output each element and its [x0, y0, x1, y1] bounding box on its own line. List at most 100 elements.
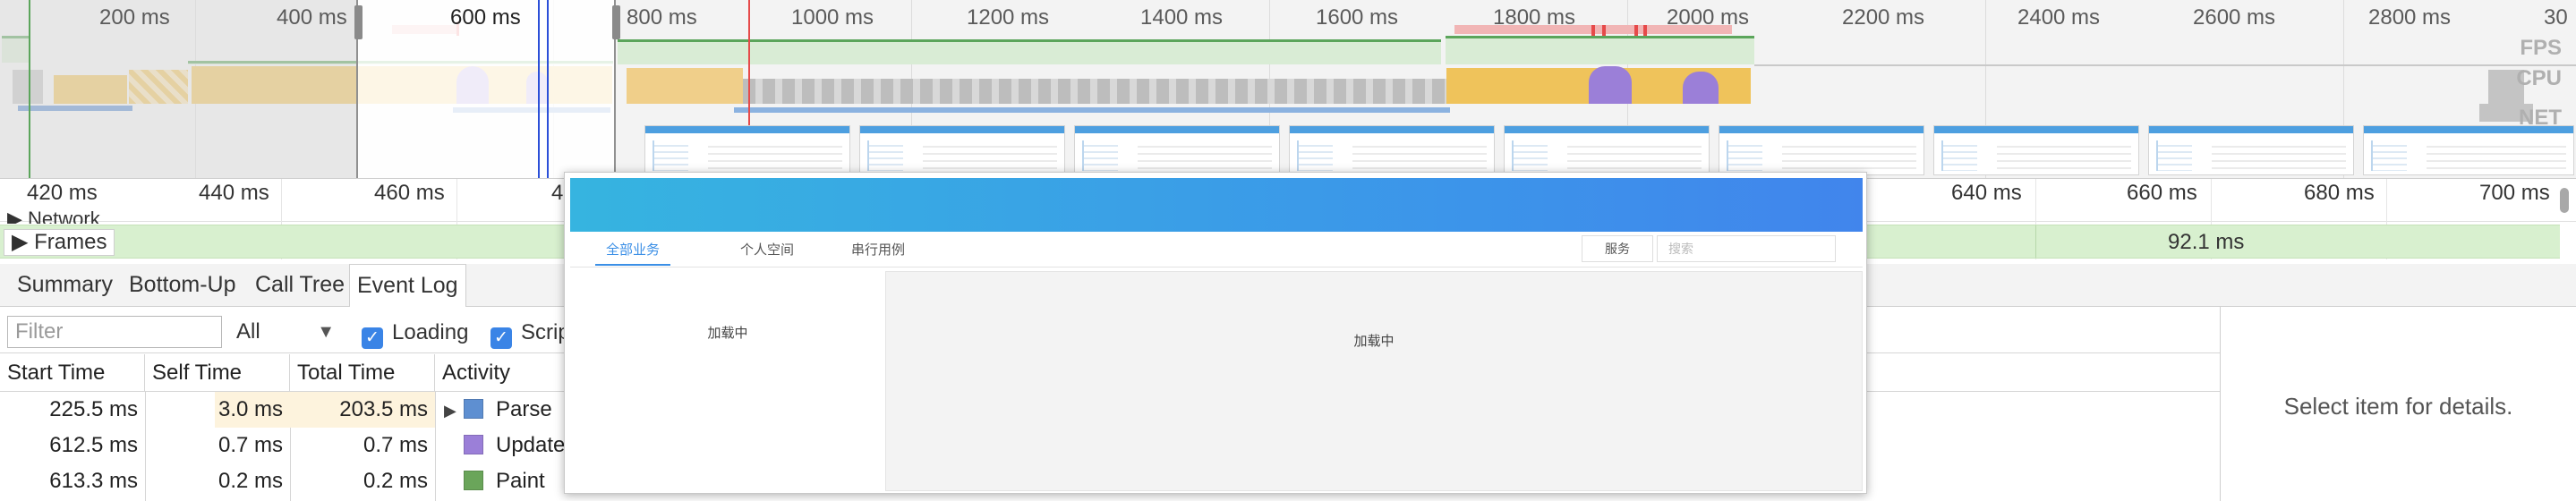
preview-main-panel: 加载中: [885, 271, 1863, 491]
overview-tick: 1800 ms: [1493, 5, 1576, 30]
loading-category-swatch: [464, 399, 483, 419]
long-frame-marker: [1643, 25, 1647, 36]
scripting-checkbox-label: Scrip: [521, 320, 570, 344]
fps-line: [1754, 64, 2576, 66]
overview-tick: 1200 ms: [967, 5, 1050, 30]
activity-name: Parse: [496, 397, 552, 421]
load-marker: [538, 0, 540, 178]
fps-track-label: FPS: [2520, 36, 2562, 60]
long-frame-marker: [1591, 25, 1595, 36]
column-header-total-time[interactable]: Total Time: [290, 354, 435, 392]
start-time-cell: 612.5 ms: [49, 433, 138, 457]
frames-track-toggle[interactable]: ▶ Frames: [4, 229, 115, 256]
overview-tick: 600 ms: [450, 5, 521, 30]
overview-tick: 800 ms: [627, 5, 697, 30]
screenshot-thumbnail[interactable]: [2148, 125, 2354, 175]
start-time-cell: 225.5 ms: [49, 397, 138, 421]
activity-cell: Paint: [444, 463, 578, 499]
tab-bottom-up[interactable]: Bottom-Up: [122, 264, 243, 307]
cpu-activity: [1589, 66, 1632, 104]
total-time-cell: 203.5 ms: [290, 392, 435, 428]
timeline-overview[interactable]: 200 ms 400 ms 600 ms 800 ms 1000 ms 1200…: [0, 0, 2576, 179]
preview-tab-all: 全部业务: [595, 237, 671, 266]
tab-event-log[interactable]: Event Log: [349, 264, 466, 308]
fps-line: [618, 39, 1441, 42]
overview-tick: 1400 ms: [1140, 5, 1224, 30]
load-marker: [547, 0, 549, 178]
overview-tick: 2400 ms: [2017, 5, 2101, 30]
net-track-label: NET: [2519, 106, 2562, 130]
ruler-tick: 660 ms: [2127, 181, 2197, 205]
column-header-self-time[interactable]: Self Time: [145, 354, 290, 392]
tab-call-tree[interactable]: Call Tree: [248, 264, 352, 307]
dcl-marker: [29, 0, 30, 178]
column-header-start-time[interactable]: Start Time: [0, 354, 145, 392]
screenshot-thumbnail[interactable]: [644, 125, 850, 175]
overview-tick: 2800 ms: [2368, 5, 2452, 30]
overview-tick: 1000 ms: [791, 5, 874, 30]
activity-name: Update: [496, 433, 566, 457]
screenshot-thumbnail[interactable]: [2363, 125, 2574, 175]
screenshot-thumbnail[interactable]: [1933, 125, 2139, 175]
rendering-category-swatch: [464, 435, 483, 454]
activity-name: Paint: [496, 469, 545, 493]
screenshot-thumbnail[interactable]: [1504, 125, 1710, 175]
overview-tick: 2000 ms: [1667, 5, 1750, 30]
long-frame-marker: [1602, 25, 1606, 36]
preview-header-banner: [570, 178, 1863, 232]
ruler-tick: 440 ms: [199, 181, 269, 205]
net-request-bar: [734, 107, 1450, 113]
preview-loading-text: 加载中: [707, 326, 748, 341]
preview-tab-personal: 个人空间: [740, 242, 795, 258]
ruler-tick: 460 ms: [374, 181, 445, 205]
chevron-down-icon: ▼: [317, 322, 335, 342]
overview-tick: 400 ms: [277, 5, 347, 30]
loading-checkbox[interactable]: ✓ Loading: [362, 319, 469, 349]
ruler-tick: 420 ms: [27, 181, 98, 205]
selection-right-handle[interactable]: [612, 5, 620, 39]
long-frame-marker: [1634, 25, 1638, 36]
screenshot-thumbnail[interactable]: [859, 125, 1065, 175]
duration-filter-select[interactable]: All ▼: [236, 316, 340, 348]
scripting-checkbox[interactable]: ✓ Scrip: [490, 319, 570, 349]
overview-tick: 200 ms: [99, 5, 170, 30]
details-empty-text: Select item for details.: [2283, 393, 2513, 420]
duration-filter-value: All: [236, 319, 260, 344]
screenshot-thumbnail[interactable]: [1074, 125, 1280, 175]
fps-line: [1446, 36, 1754, 38]
self-time-cell: 0.7 ms: [218, 433, 283, 457]
preview-nav-bar: 全部业务 个人空间 串行用例 服务 搜索: [570, 232, 1863, 267]
details-pane: Select item for details.: [2220, 307, 2576, 501]
cpu-activity: [627, 68, 743, 104]
checkmark-icon: ✓: [362, 327, 383, 349]
fps-band: [618, 39, 1441, 64]
loading-checkbox-label: Loading: [392, 320, 469, 344]
filter-input[interactable]: [7, 316, 222, 348]
screenshot-thumbnail[interactable]: [1289, 125, 1495, 175]
checkmark-icon: ✓: [490, 327, 512, 349]
activity-cell: ▶ Parse: [444, 392, 578, 428]
activity-cell: Update: [444, 428, 578, 463]
cpu-track-label: CPU: [2516, 66, 2562, 90]
total-time-cell: 0.2 ms: [363, 469, 428, 493]
selection-left-handle[interactable]: [354, 5, 363, 39]
self-time-cell: 3.0 ms: [215, 392, 290, 428]
overview-tick: 2200 ms: [1842, 5, 1925, 30]
frame-duration[interactable]: 92.1 ms: [2168, 230, 2244, 255]
start-time-cell: 613.3 ms: [49, 469, 138, 493]
preview-service-select: 服务: [1582, 235, 1653, 262]
cpu-activity: [743, 79, 1450, 104]
ruler-tick: 640 ms: [1951, 181, 2022, 205]
ruler-tick: 4: [551, 181, 564, 205]
network-track-toggle[interactable]: ▶ Network: [7, 208, 100, 224]
tab-summary[interactable]: Summary: [10, 264, 120, 307]
preview-left-panel: 加载中: [570, 267, 885, 491]
preview-loading-text: 加载中: [1353, 334, 1395, 349]
overview-tick: 30: [2544, 5, 2568, 30]
expand-triangle-icon[interactable]: ▶: [444, 393, 464, 429]
flamechart-scrollbar[interactable]: [2560, 188, 2569, 213]
overview-tick: 1600 ms: [1316, 5, 1399, 30]
preview-search-field: 搜索: [1657, 235, 1836, 262]
screenshot-thumbnail[interactable]: [1719, 125, 1924, 175]
ruler-tick: 700 ms: [2479, 181, 2550, 205]
